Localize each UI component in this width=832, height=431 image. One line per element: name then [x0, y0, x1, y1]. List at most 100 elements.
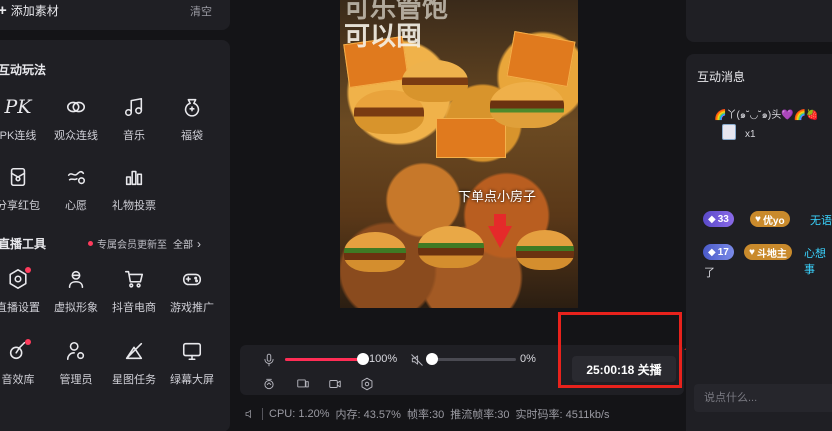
chevron-right-icon: › — [197, 236, 201, 251]
grid-item-ecommerce[interactable]: 抖音电商 — [106, 266, 162, 315]
settings-gear-icon[interactable] — [360, 377, 376, 393]
grid-item-label: PK连线 — [0, 130, 37, 142]
level-number: 33 — [717, 213, 729, 225]
fan-club-badge: ♥ 优yo — [750, 211, 790, 227]
user-level-badge: ◆ 17 — [703, 244, 734, 260]
grid-item-admin[interactable]: 管理员 — [48, 338, 104, 387]
preview-burger-shape — [418, 226, 484, 268]
video-camera-icon[interactable] — [328, 377, 344, 393]
stream-preview[interactable]: 可乐管饱 可以囤 下单点小房子 — [340, 0, 578, 308]
camera-flip-icon[interactable] — [262, 377, 278, 393]
annotation-highlight-box — [558, 312, 682, 388]
memory-usage: 内存: 43.57% — [335, 409, 401, 421]
gift-icon — [722, 124, 736, 140]
gamepad-icon — [179, 266, 205, 292]
interactive-section-title: 互动玩法 — [0, 63, 47, 77]
tools-panel: 互动玩法 PK PK连线 观众连线 音乐 福袋 分享红包 心愿 礼物投票 直播工… — [0, 40, 230, 431]
messages-title: 互动消息 — [697, 70, 746, 84]
grid-item-live-settings[interactable]: 直播设置 — [0, 266, 46, 315]
grid-item-game-promo[interactable]: 游戏推广 — [164, 266, 220, 315]
grid-item-label: 绿幕大屏 — [170, 374, 214, 386]
status-bar: CPU: 1.20% 内存: 43.57% 帧率:30 推流帧率:30 实时码率… — [244, 404, 684, 424]
settings-icon — [5, 266, 31, 292]
mic-volume-slider[interactable] — [285, 353, 369, 365]
microphone-icon[interactable] — [262, 353, 278, 369]
speaker-volume-slider[interactable] — [426, 353, 516, 365]
red-packet-icon — [5, 164, 31, 190]
preview-burger-shape — [516, 230, 574, 270]
speaker-muted-icon[interactable] — [410, 353, 426, 369]
clear-button[interactable]: 清空 — [190, 3, 212, 19]
live-tools-section-title: 直播工具 — [0, 237, 47, 251]
frame-rate: 帧率:30 — [406, 409, 445, 421]
down-arrow-head — [488, 226, 512, 248]
diamond-icon: ◆ — [708, 213, 716, 225]
status-panel-icon[interactable] — [244, 408, 256, 420]
screen-share-icon[interactable] — [296, 377, 312, 393]
grid-item-red-packet[interactable]: 分享红包 — [0, 164, 46, 213]
cart-icon — [121, 266, 147, 292]
grid-item-lucky-bag[interactable]: 福袋 — [164, 94, 220, 143]
heart-icon: ♥ — [749, 246, 755, 258]
fan-badge-text: 斗地主 — [756, 248, 787, 260]
chat-input-container — [694, 384, 832, 412]
preview-burger-shape — [344, 232, 406, 272]
material-card: + 添加素材 清空 — [0, 0, 230, 30]
lucky-bag-icon — [179, 94, 205, 120]
chat-input[interactable] — [704, 390, 832, 406]
grid-item-label: 虚拟形象 — [54, 302, 98, 314]
sound-effect-icon — [5, 338, 31, 364]
vip-update-note[interactable]: 专属会员更新至 全部 › — [88, 236, 201, 251]
add-material-button[interactable]: + 添加素材 — [0, 2, 59, 19]
grid-item-label: 抖音电商 — [112, 302, 156, 314]
preview-burger-shape — [402, 60, 468, 102]
grid-item-label: 礼物投票 — [112, 200, 156, 212]
grid-item-wish[interactable]: 心愿 — [48, 164, 104, 213]
stream-frame-rate: 推流帧率:30 — [450, 409, 510, 421]
grid-item-label: 音效库 — [1, 374, 35, 386]
grid-item-star-map[interactable]: 星图任务 — [106, 338, 162, 387]
speaker-volume-knob[interactable] — [426, 353, 438, 365]
grid-item-virtual-avatar[interactable]: 虚拟形象 — [48, 266, 104, 315]
grid-item-label: 直播设置 — [0, 302, 40, 314]
add-material-label: 添加素材 — [10, 4, 59, 18]
grid-item-pk[interactable]: PK PK连线 — [0, 94, 46, 143]
user-level-badge: ◆ 33 — [703, 211, 734, 227]
vote-icon — [121, 164, 147, 190]
diamond-icon: ◆ — [708, 246, 716, 258]
grid-item-label: 游戏推广 — [170, 302, 214, 314]
star-map-icon — [121, 338, 147, 364]
red-dot — [25, 339, 31, 345]
grid-item-sound-effects[interactable]: 音效库 — [0, 338, 46, 387]
grid-item-green-screen[interactable]: 绿幕大屏 — [164, 338, 220, 387]
admin-icon — [63, 338, 89, 364]
plus-icon: + — [0, 1, 7, 19]
view-all-link[interactable]: 全部 — [173, 236, 193, 251]
grid-item-audience-link[interactable]: 观众连线 — [48, 94, 104, 143]
grid-item-label: 音乐 — [123, 130, 145, 142]
mic-volume-knob[interactable] — [357, 353, 369, 365]
chat-message-text: 心想事 — [804, 248, 826, 276]
level-number: 17 — [717, 246, 729, 258]
grid-item-music[interactable]: 音乐 — [106, 94, 162, 143]
grid-item-label: 分享红包 — [0, 200, 40, 212]
heart-icon: ♥ — [755, 213, 761, 225]
avatar-icon — [63, 266, 89, 292]
notification-dot — [88, 241, 93, 246]
caption-line-1: 可乐管饱 — [344, 0, 449, 23]
red-dot — [25, 267, 31, 273]
grid-item-label: 管理员 — [59, 374, 93, 386]
fan-badge-text: 优yo — [762, 215, 785, 227]
green-screen-icon — [179, 338, 205, 364]
caption-line-2: 可以囤 — [344, 21, 423, 51]
music-icon — [121, 94, 147, 120]
gift-count: x1 — [745, 129, 756, 140]
divider — [262, 408, 263, 420]
grid-item-label: 福袋 — [181, 130, 203, 142]
mic-volume-label: 100% — [369, 353, 398, 365]
grid-item-label: 星图任务 — [112, 374, 156, 386]
pk-icon: PK — [4, 96, 32, 118]
grid-item-gift-vote[interactable]: 礼物投票 — [106, 164, 162, 213]
mic-volume-fill — [285, 358, 363, 361]
chat-message-wrap: 了 — [704, 267, 715, 279]
